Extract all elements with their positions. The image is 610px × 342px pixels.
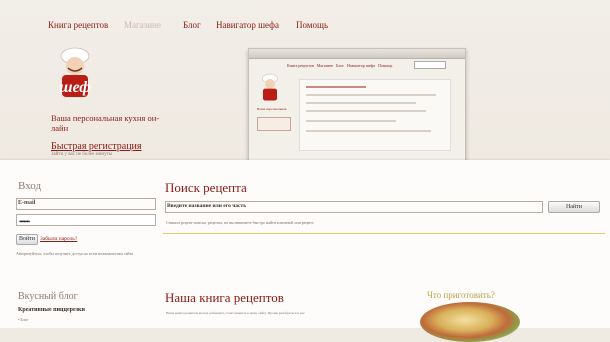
blog-post-title[interactable]: Креативные пиццерезки [18,307,85,313]
register-subtext: Зайти у вас не более минуты [51,152,113,157]
preview-main-panel [299,79,451,151]
quick-register-link[interactable]: Быстрая регистрация [51,141,142,152]
preview-nav: Книга рецептов Магазине Блог Навигатор ш… [287,63,393,68]
nav-shop[interactable]: Магазине [124,20,161,30]
preview-search-box [414,61,446,69]
password-mask: ••••••• [19,218,30,226]
login-button[interactable]: Войти [16,234,38,245]
password-field[interactable] [16,214,156,226]
preview-line [306,110,426,112]
forgot-password-link[interactable]: Забыли пароль? [40,236,77,242]
search-placeholder: Введите название или его часть [167,203,247,209]
site-tagline: Ваша персональная кухня он-лайн [51,113,160,133]
email-field[interactable] [16,198,156,210]
preview-line [306,102,416,104]
blog-heading: Вкусный блог [18,291,78,302]
main-content [0,160,610,328]
recipe-book-description: Наша книга рецептов всегда добавляет, ст… [166,311,305,315]
nav-help[interactable]: Помощь [296,20,328,30]
search-button[interactable]: Найти [548,201,600,213]
svg-text:шеф: шеф [59,79,90,96]
what-to-cook-heading: Что приготовить? [427,290,495,300]
site-preview-image: Книга рецептов Магазине Блог Навигатор ш… [248,48,466,166]
search-heading: Поиск рецепта [165,180,247,195]
login-heading: Вход [18,180,42,192]
section-divider [163,233,605,234]
food-photo[interactable] [420,302,520,342]
chef-logo[interactable]: шеф [52,46,98,98]
preview-tagline: Ваша персональная [257,107,287,111]
nav-chef-navigator[interactable]: Навигатор шефа [216,20,279,30]
preview-line [306,94,436,96]
preview-line [306,120,396,122]
browser-toolbar [249,49,465,59]
preview-line [306,130,431,132]
nav-blog[interactable]: Блог [183,20,201,30]
login-note: Авторизуйтесь, чтобы получить доступ ко … [16,251,134,256]
blog-post-meta: • Блог [18,317,29,322]
search-hint: Сначала рецепт-поиска; рецепты, на вы на… [166,220,314,225]
recipe-book-heading: Наша книга рецептов [165,290,284,305]
preview-login-box [257,117,291,131]
nav-recipe-book[interactable]: Книга рецептов [48,20,108,30]
preview-heading-line [306,86,366,88]
preview-logo [262,73,278,101]
